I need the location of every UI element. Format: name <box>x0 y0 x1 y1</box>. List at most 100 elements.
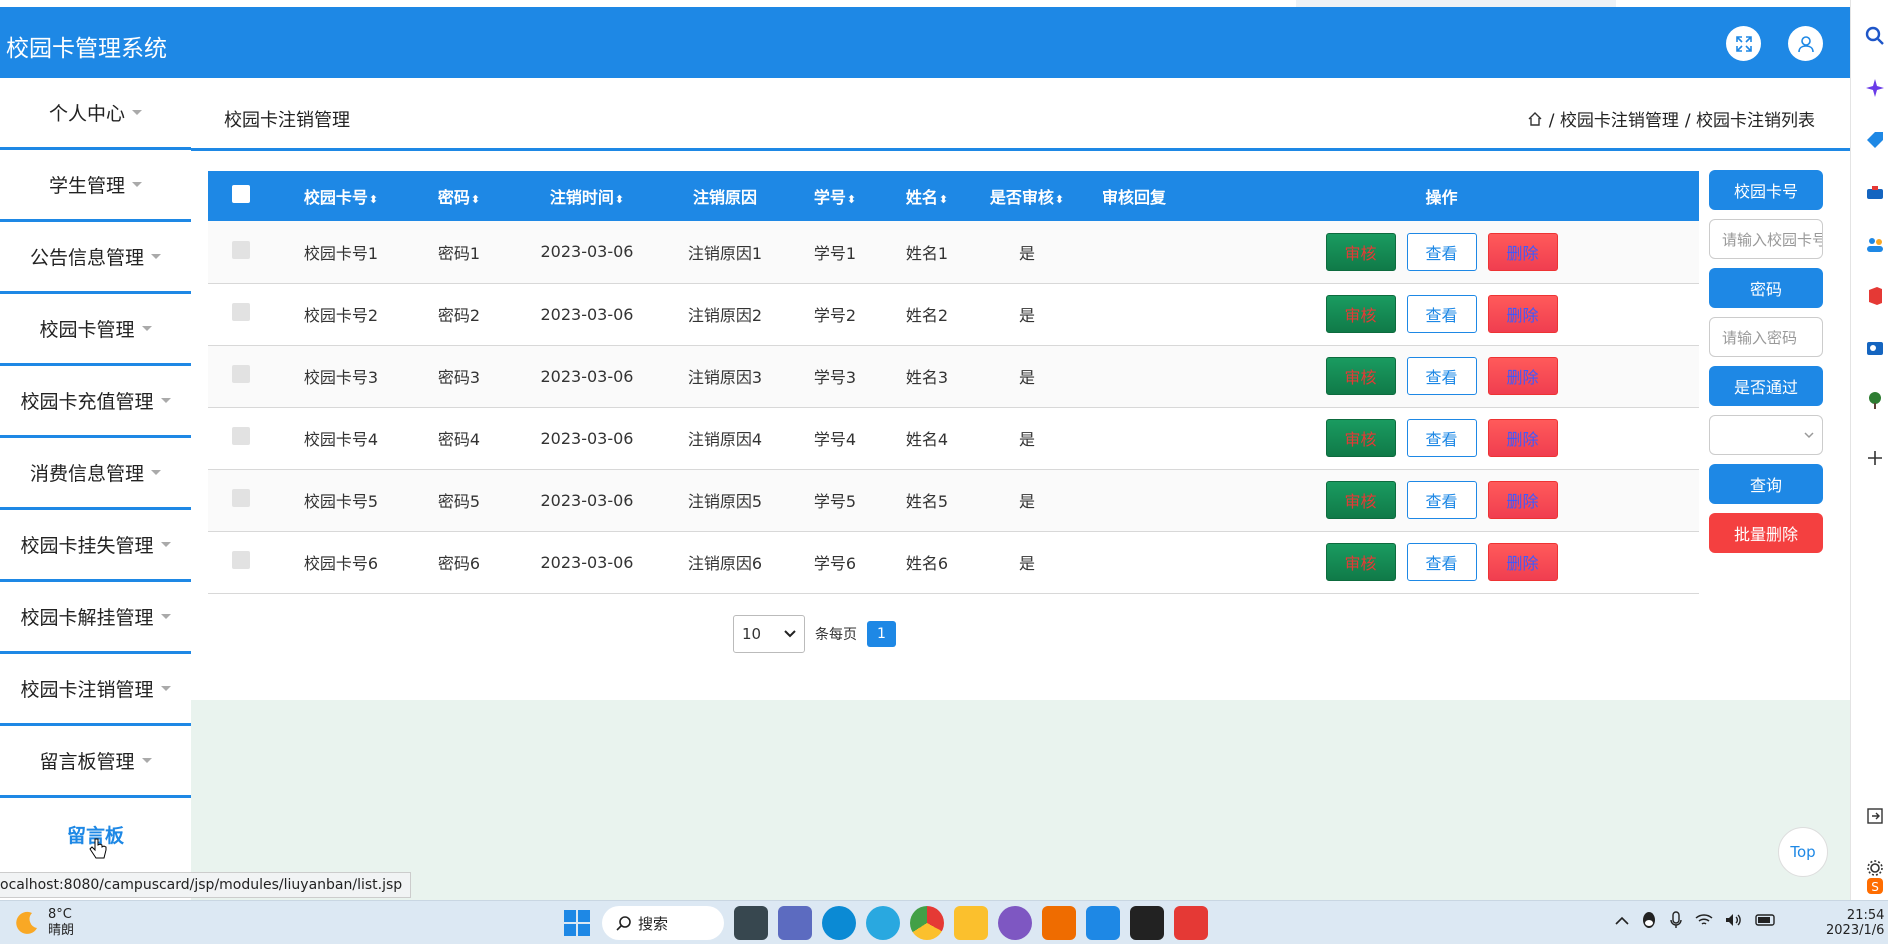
select-all-checkbox[interactable] <box>232 185 250 203</box>
gear-icon[interactable] <box>1865 858 1885 878</box>
task-view-icon[interactable] <box>734 906 768 940</box>
search-icon[interactable] <box>1865 26 1885 46</box>
taskbar-clock[interactable]: 21:54 2023/1/6 <box>1826 908 1884 938</box>
col-card-no[interactable]: 校园卡号⬍ <box>274 171 408 221</box>
home-icon[interactable] <box>1527 111 1543 127</box>
col-student-no[interactable]: 学号⬍ <box>786 171 884 221</box>
cell-student-no: 学号3 <box>813 368 857 387</box>
outlook-icon[interactable] <box>1865 338 1885 358</box>
sparkle-icon[interactable] <box>1865 78 1885 98</box>
cell-reason: 注销原因1 <box>687 243 763 263</box>
audit-button[interactable]: 审核 <box>1325 419 1396 457</box>
windows-start-icon[interactable] <box>562 908 592 938</box>
view-button[interactable]: 查看 <box>1406 295 1477 333</box>
row-checkbox[interactable] <box>232 489 250 507</box>
row-checkbox[interactable] <box>232 303 250 321</box>
sidebar-item-card-mgmt[interactable]: 校园卡管理 <box>0 294 191 366</box>
col-cancel-time[interactable]: 注销时间⬍ <box>510 171 664 221</box>
chevron-up-icon[interactable] <box>1615 915 1629 925</box>
office-icon[interactable] <box>1865 286 1885 306</box>
view-button[interactable]: 查看 <box>1406 419 1477 457</box>
edge-browser-icon[interactable] <box>822 906 856 940</box>
audit-button[interactable]: 审核 <box>1325 357 1396 395</box>
delete-button[interactable]: 删除 <box>1487 419 1558 457</box>
system-tray <box>1615 911 1777 929</box>
row-checkbox[interactable] <box>232 551 250 569</box>
ie-browser-icon[interactable] <box>866 906 900 940</box>
wifi-icon[interactable] <box>1695 913 1713 927</box>
sidebar-item-cancel-mgmt[interactable]: 校园卡注销管理 <box>0 654 191 726</box>
tree-icon[interactable] <box>1865 390 1885 410</box>
query-button[interactable]: 查询 <box>1709 464 1823 504</box>
app-icon[interactable] <box>998 906 1032 940</box>
sogou-icon[interactable]: S <box>1865 876 1885 896</box>
password-input[interactable]: 请输入密码 <box>1709 317 1823 357</box>
file-explorer-icon[interactable] <box>954 906 988 940</box>
row-checkbox[interactable] <box>232 240 250 259</box>
toolbox-icon[interactable] <box>1865 182 1885 202</box>
col-audited[interactable]: 是否审核⬍ <box>970 171 1084 221</box>
taskbar-search[interactable]: 搜索 <box>602 906 724 940</box>
audit-button[interactable]: 审核 <box>1325 481 1396 519</box>
view-button[interactable]: 查看 <box>1406 543 1477 581</box>
delete-button[interactable]: 删除 <box>1487 232 1558 271</box>
sidebar-collapse-icon[interactable] <box>1865 806 1885 826</box>
passed-select[interactable] <box>1709 415 1823 455</box>
delete-button[interactable]: 删除 <box>1487 295 1558 333</box>
sidebar-item-notice-mgmt[interactable]: 公告信息管理 <box>0 222 191 294</box>
wps-icon[interactable] <box>1174 906 1208 940</box>
app-icon[interactable] <box>778 906 812 940</box>
audit-button[interactable]: 审核 <box>1325 295 1396 333</box>
sidebar-item-message-board-mgmt[interactable]: 留言板管理 <box>0 726 191 798</box>
chrome-browser-icon[interactable] <box>910 906 944 940</box>
microphone-icon[interactable] <box>1669 911 1683 929</box>
phone-link-icon[interactable] <box>1086 906 1120 940</box>
audit-button[interactable]: 审核 <box>1325 543 1396 581</box>
plus-icon[interactable] <box>1865 448 1885 468</box>
page-number-button[interactable]: 1 <box>867 621 896 647</box>
sidebar-item-student-mgmt[interactable]: 学生管理 <box>0 150 191 222</box>
cell-name: 姓名1 <box>905 243 949 263</box>
jetbrains-icon[interactable] <box>1130 906 1164 940</box>
sidebar-item-personal-center[interactable]: 个人中心 <box>0 78 191 150</box>
cell-password: 密码4 <box>437 430 481 449</box>
page-size-select[interactable]: 10 <box>733 615 805 653</box>
fullscreen-button[interactable] <box>1726 26 1761 61</box>
sort-icon[interactable]: ⬍ <box>847 193 856 206</box>
sidebar-item-label: 校园卡挂失管理 <box>20 535 154 557</box>
delete-button[interactable]: 删除 <box>1487 543 1558 581</box>
qq-icon[interactable] <box>1641 911 1657 929</box>
col-name[interactable]: 姓名⬍ <box>884 171 970 221</box>
view-button[interactable]: 查看 <box>1406 232 1477 271</box>
weather-widget[interactable]: 8°C 晴朗 <box>14 907 74 939</box>
tag-icon[interactable] <box>1865 130 1885 150</box>
sidebar-item-consumption-mgmt[interactable]: 消费信息管理 <box>0 438 191 510</box>
sidebar-item-unlock-mgmt[interactable]: 校园卡解挂管理 <box>0 582 191 654</box>
volume-icon[interactable] <box>1725 913 1743 927</box>
sort-icon[interactable]: ⬍ <box>939 193 948 206</box>
row-checkbox[interactable] <box>232 365 250 383</box>
breadcrumb-item[interactable]: / 校园卡注销管理 <box>1549 106 1679 131</box>
sort-icon[interactable]: ⬍ <box>615 193 624 206</box>
app-icon[interactable] <box>1042 906 1076 940</box>
people-icon[interactable] <box>1865 234 1885 254</box>
card-no-input[interactable]: 请输入校园卡号 <box>1709 219 1823 259</box>
sidebar-item-label: 消费信息管理 <box>29 463 144 485</box>
sort-icon[interactable]: ⬍ <box>369 193 378 206</box>
delete-button[interactable]: 删除 <box>1487 481 1558 519</box>
sort-icon[interactable]: ⬍ <box>471 193 480 206</box>
delete-button[interactable]: 删除 <box>1487 357 1558 395</box>
view-button[interactable]: 查看 <box>1406 357 1477 395</box>
col-password[interactable]: 密码⬍ <box>408 171 510 221</box>
battery-icon[interactable] <box>1755 914 1777 926</box>
clock-date: 2023/1/6 <box>1826 923 1885 938</box>
view-button[interactable]: 查看 <box>1406 481 1477 519</box>
sidebar-item-loss-report-mgmt[interactable]: 校园卡挂失管理 <box>0 510 191 582</box>
batch-delete-button[interactable]: 批量删除 <box>1709 513 1823 553</box>
row-checkbox[interactable] <box>232 427 250 445</box>
audit-button[interactable]: 审核 <box>1325 232 1396 271</box>
sidebar-item-recharge-mgmt[interactable]: 校园卡充值管理 <box>0 366 191 438</box>
back-to-top-button[interactable]: Top <box>1778 827 1828 877</box>
sort-icon[interactable]: ⬍ <box>1055 193 1064 206</box>
user-menu-button[interactable] <box>1788 26 1823 61</box>
